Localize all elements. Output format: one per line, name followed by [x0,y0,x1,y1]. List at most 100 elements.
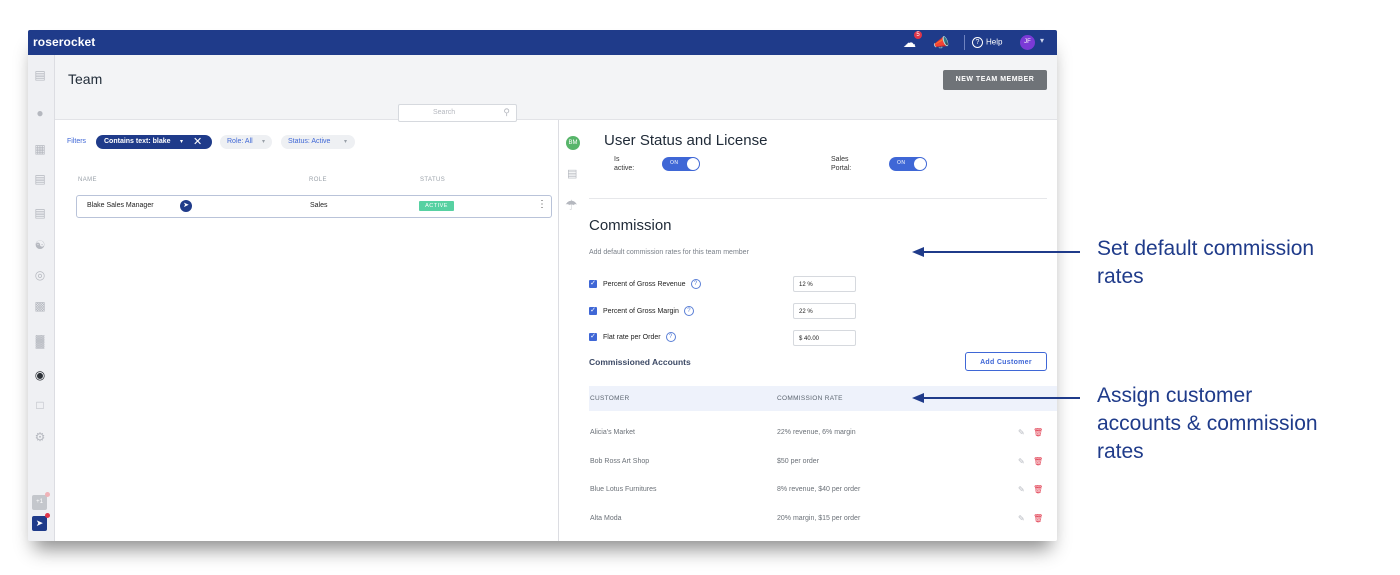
callout-customer-accounts: Assign customer accounts & commission ra… [1097,382,1318,466]
left-nav: ▤ ● ▦ ▤ ▤ ☯ ◎ ▩ ▓ ◉ □ ⚙ +1 ➤ [28,55,55,541]
account-customer: Blue Lotus Furnitures [590,486,657,493]
gross-margin-input[interactable]: 22 % [793,303,856,319]
column-header-name[interactable]: NAME [78,177,97,183]
account-customer: Bob Ross Art Shop [590,458,650,465]
team-icon[interactable]: ◉ [32,367,48,383]
callout-arrow-line [922,251,1080,253]
more-options-icon[interactable]: ⋮ [537,199,547,210]
gross-revenue-input[interactable]: 12 % [793,276,856,292]
edit-icon[interactable]: ✎ [1018,514,1025,523]
gross-revenue-text: Percent of Gross Revenue [603,280,686,288]
notifications-icon[interactable]: ☁ 5 [901,31,922,51]
chevron-down-icon: ▾ [262,139,266,145]
flat-rate-input[interactable]: $ 40.00 [793,330,856,346]
umbrella-icon[interactable]: ☂ [565,197,578,214]
clipboard-icon[interactable]: ▤ [32,67,48,83]
account-customer: Alicia's Market [590,429,635,436]
edit-icon[interactable]: ✎ [1018,485,1025,494]
world-icon[interactable]: ◎ [32,267,48,283]
new-team-member-button[interactable]: NEW TEAM MEMBER [943,70,1047,90]
toggle-knob [914,158,926,170]
member-avatar[interactable]: BM [566,136,580,150]
trash-icon[interactable]: 🗑 [1033,485,1043,494]
document-icon[interactable]: ▤ [567,167,577,180]
close-icon[interactable]: ✕ [193,135,202,149]
trash-icon[interactable]: 🗑 [1033,457,1043,466]
commission-title: Commission [589,217,672,234]
help-link[interactable]: ? Help [972,37,1002,48]
trash-icon[interactable]: 🗑 [1033,514,1043,523]
topbar-divider [964,35,965,50]
app-window: roserocket ☁ 5 📣 ? Help JF ▾ ▤ ● ▦ ▤ ▤ ☯ ◎… [28,30,1057,541]
column-header-customer[interactable]: CUSTOMER [590,395,629,402]
is-active-label: Is active: [614,155,634,173]
is-active-label-line1: Is [614,156,620,163]
gross-revenue-checkbox[interactable]: ✓ [589,280,597,288]
announcements-icon[interactable]: 📣 [933,34,950,51]
table-row[interactable]: Blake Sales Manager ➤ Sales ACTIVE ⋮ [76,195,552,218]
account-rate: $50 per order [777,458,820,465]
top-bar: roserocket ☁ 5 📣 ? Help JF ▾ [28,30,1057,55]
edit-icon[interactable]: ✎ [1018,457,1025,466]
column-header-status[interactable]: STATUS [420,177,445,183]
trash-icon[interactable]: 🗑 [1033,428,1043,437]
mini-badge-dot [45,492,50,497]
sales-portal-toggle[interactable]: ON [889,157,927,171]
callout-text: rates [1097,440,1144,463]
chevron-down-icon[interactable]: ▾ [180,135,183,149]
document-icon[interactable]: ▤ [32,205,48,221]
gross-revenue-label: Percent of Gross Revenue? [603,279,701,289]
users-icon[interactable]: ☯ [32,237,48,253]
rocket-dot [45,513,50,518]
sales-portal-label-line2: Portal: [831,165,852,172]
flat-rate-label: Flat rate per Order? [603,332,676,342]
chat-icon[interactable]: □ [32,397,48,413]
callout-text: rates [1097,265,1144,288]
detail-tabs [559,120,589,541]
edit-icon[interactable]: ✎ [1018,428,1025,437]
search-input[interactable]: Search ⚲ [398,104,517,122]
gross-margin-label: Percent of Gross Margin? [603,306,694,316]
account-customer: Alta Moda [590,515,622,522]
callout-text: Set default commission [1097,237,1315,260]
user-status-title: User Status and License [604,132,768,149]
search-icon[interactable]: ⚲ [503,107,510,118]
flat-rate-checkbox[interactable]: ✓ [589,333,597,341]
member-role: Sales [310,202,328,209]
status-filter[interactable]: Status: Active ▾ [281,135,355,149]
globe-icon[interactable]: ● [32,105,48,121]
column-header-commission-rate[interactable]: COMMISSION RATE [777,395,843,402]
sales-portal-icon: ➤ [180,200,192,212]
callout-text: accounts & commission [1097,412,1318,435]
gross-margin-checkbox[interactable]: ✓ [589,307,597,315]
calendar-icon[interactable]: ▦ [32,141,48,157]
gantt-icon[interactable]: ▤ [32,171,48,187]
brand-logo[interactable]: roserocket [33,35,95,49]
callout-arrow-line [922,397,1080,399]
status-badge: ACTIVE [419,201,454,211]
truck-icon[interactable]: ▩ [32,298,48,314]
account-rate: 22% revenue, 6% margin [777,429,856,436]
page-title: Team [68,71,103,87]
help-icon[interactable]: ? [690,279,701,289]
toggle-on-label: ON [897,160,906,166]
role-filter[interactable]: Role: All ▾ [220,135,272,149]
commissioned-accounts-title: Commissioned Accounts [589,357,691,367]
help-icon[interactable]: ? [665,332,676,342]
rocket-icon[interactable]: ➤ [32,516,47,531]
gear-icon[interactable]: ⚙ [32,429,48,445]
help-icon: ? [972,37,983,48]
sales-portal-label-line1: Sales [831,156,849,163]
filter-chip[interactable]: Contains text: blake ▾ ✕ [96,135,212,149]
chevron-down-icon[interactable]: ▾ [1040,36,1044,45]
user-avatar[interactable]: JF [1020,35,1035,50]
is-active-toggle[interactable]: ON [662,157,700,171]
column-header-role[interactable]: ROLE [309,177,327,183]
gross-margin-text: Percent of Gross Margin [603,307,679,315]
loader-icon[interactable]: ▓ [32,333,48,349]
help-icon[interactable]: ? [683,306,694,316]
add-customer-button[interactable]: Add Customer [965,352,1047,371]
section-divider [589,198,1047,199]
mini-badge[interactable]: +1 [32,495,47,510]
member-name: Blake Sales Manager [87,202,154,209]
